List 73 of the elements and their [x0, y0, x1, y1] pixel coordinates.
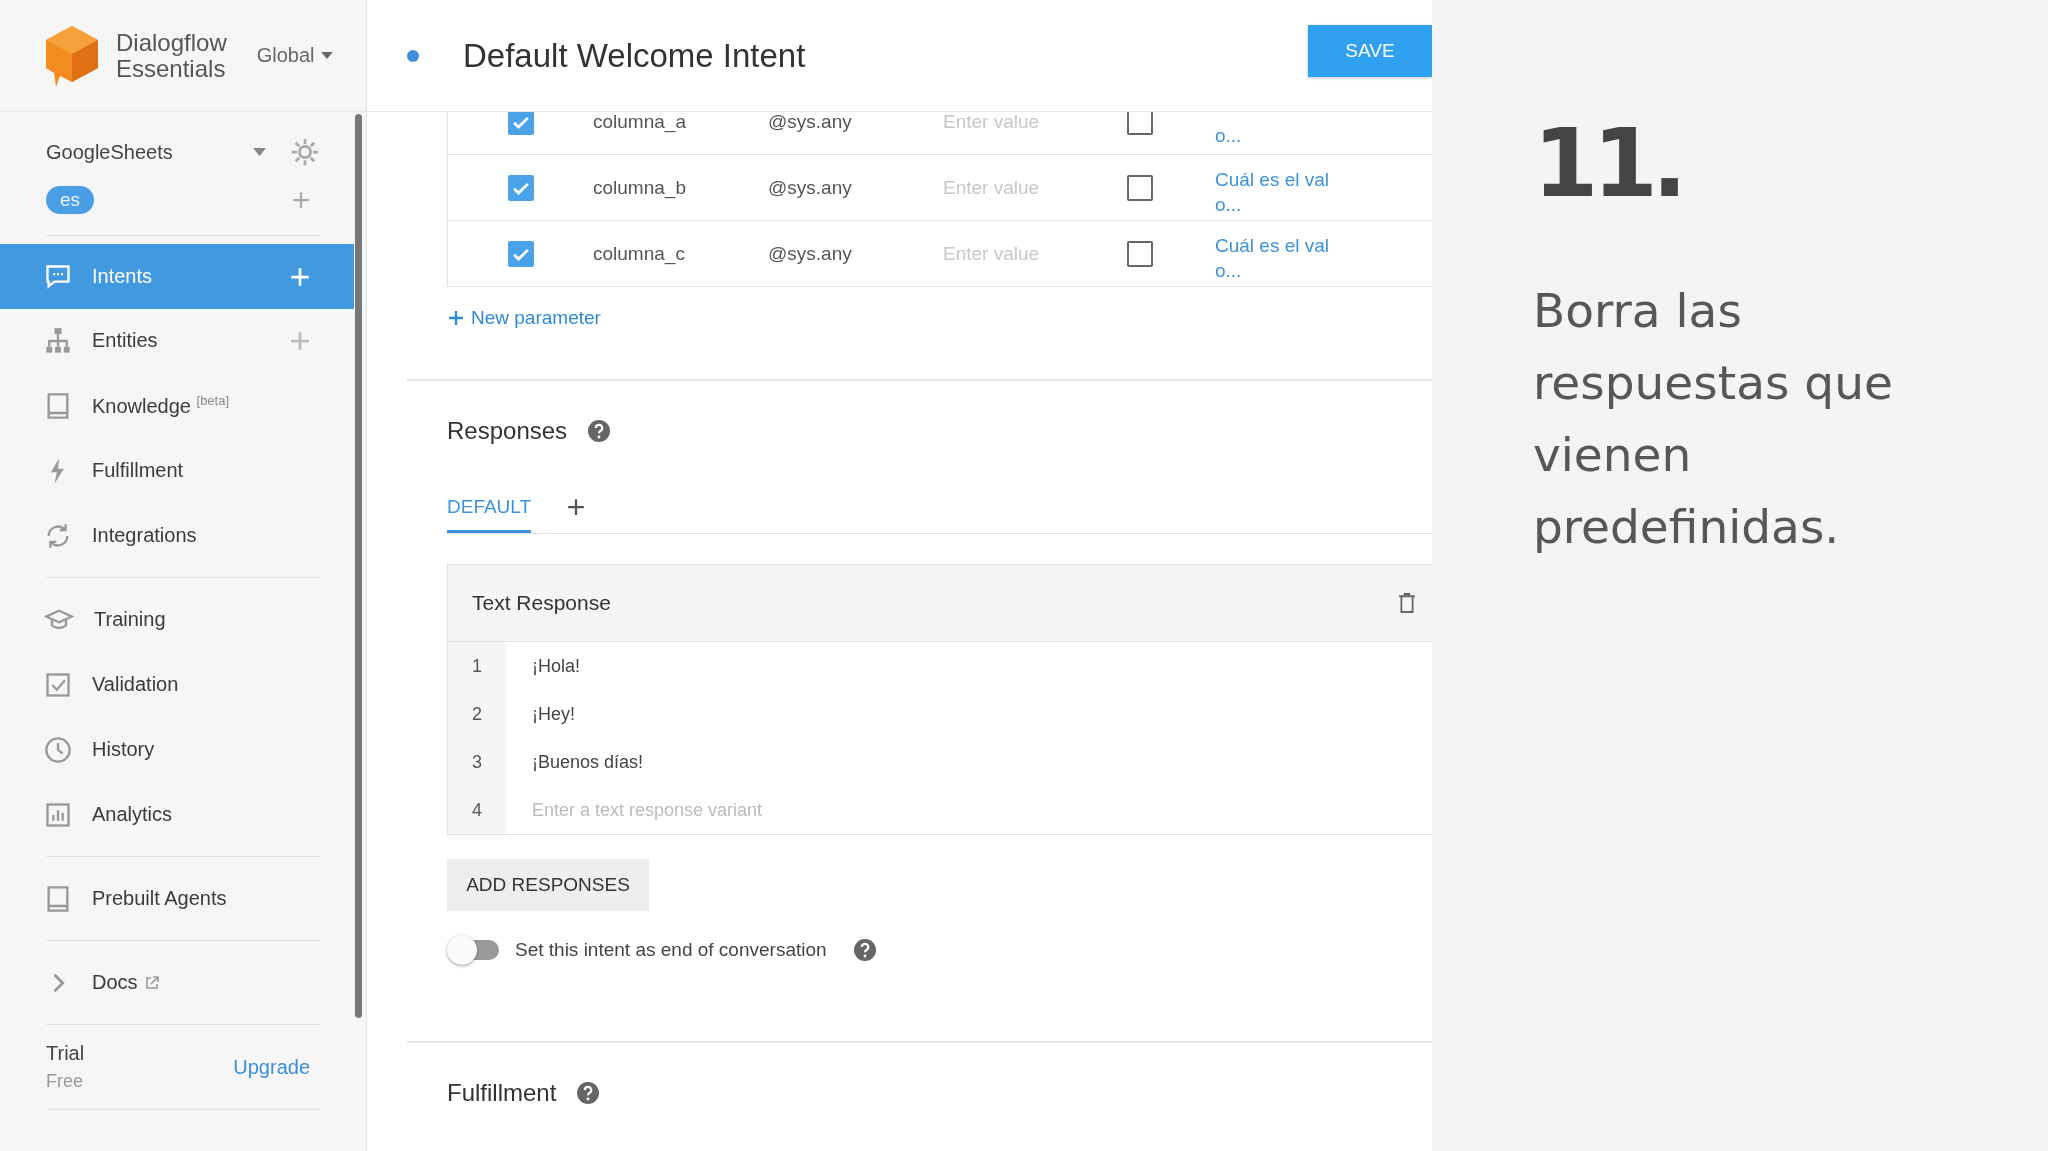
toggle-label: Set this intent as end of conversation — [515, 939, 827, 961]
instruction-text: Borra las respuestas que vienen predefinidas. — [1533, 282, 1894, 557]
bar-chart-icon — [44, 800, 72, 829]
chat-bubble-icon — [44, 262, 72, 291]
section-title: Fulfillment — [447, 1079, 557, 1107]
help-icon[interactable] — [852, 938, 877, 962]
response-field[interactable]: ¡Buenos días! — [506, 750, 1432, 774]
add-icon — [449, 311, 463, 325]
agent-name[interactable]: GoogleSheets — [46, 140, 253, 164]
nav-label: Integrations — [92, 524, 197, 547]
nav-label: Entities — [92, 329, 158, 352]
parameter-name[interactable]: columna_b — [593, 176, 768, 199]
response-field[interactable]: ¡Hola! — [506, 654, 1432, 678]
line-number: 1 — [448, 642, 506, 690]
caret-icon[interactable] — [253, 148, 266, 156]
plan-label: Free — [46, 1071, 84, 1092]
add-responses-button[interactable]: ADD RESPONSES — [447, 859, 649, 911]
settings-icon[interactable] — [290, 137, 320, 167]
line-number: 2 — [448, 690, 506, 738]
add-icon[interactable] — [567, 498, 586, 516]
nav-item[interactable]: Analytics — [0, 782, 354, 847]
toggle-switch[interactable] — [447, 935, 501, 965]
new-parameter-link[interactable]: New parameter — [449, 307, 601, 329]
required-checkbox[interactable] — [507, 174, 534, 201]
nav-label: Validation — [92, 673, 179, 696]
nav-item[interactable]: Knowledge $^{[beta]}$ — [0, 373, 354, 438]
required-checkbox[interactable] — [507, 240, 534, 267]
nav-label: Prebuilt Agents — [92, 887, 227, 910]
help-icon[interactable] — [576, 1081, 601, 1105]
product-name: Dialogflow — [116, 30, 227, 56]
nav-item[interactable]: Entities — [0, 308, 354, 373]
clock-icon — [44, 735, 72, 764]
entity-name[interactable]: @sys.any — [768, 176, 943, 199]
required-checkbox[interactable] — [507, 112, 534, 135]
section-title: Responses — [447, 417, 568, 445]
region-dropdown[interactable]: Global — [256, 44, 333, 67]
response-field[interactable]: ¡Hey! — [506, 702, 1432, 726]
nav-label: Training — [94, 608, 166, 631]
entity-name[interactable]: @sys.any — [768, 242, 943, 265]
nav-label: Docs — [92, 971, 138, 994]
plan-name: Trial — [46, 1042, 85, 1065]
list-checkbox[interactable] — [1127, 174, 1153, 201]
parameter-name[interactable]: columna_c — [593, 242, 768, 265]
nav-label: History — [92, 738, 155, 761]
cube-logo-icon — [44, 23, 100, 88]
nav-label: Fulfillment — [92, 459, 184, 482]
step-number: 11. — [1533, 112, 1683, 216]
list-checkbox[interactable] — [1127, 240, 1153, 267]
nav-item[interactable]: Validation — [0, 652, 354, 717]
nav-item[interactable]: History — [0, 717, 354, 782]
nav-label: Intents — [92, 265, 153, 288]
card-title: Text Response — [472, 591, 611, 615]
nav-item[interactable]: Integrations — [0, 503, 354, 568]
nav-item[interactable]: Prebuilt Agents — [0, 866, 354, 931]
nav-item[interactable]: Docs — [0, 950, 354, 1015]
product-edition: Essentials — [116, 55, 226, 81]
line-number: 3 — [448, 738, 506, 786]
trash-icon[interactable] — [1398, 592, 1416, 614]
nav-label: Knowledge $^{[beta]}$ — [92, 393, 230, 418]
intent-title[interactable]: Default Welcome Intent — [463, 36, 1308, 75]
checkbox-icon — [44, 670, 72, 699]
hierarchy-icon — [44, 326, 72, 355]
caret-icon — [320, 52, 333, 59]
nav-item[interactable]: Training — [0, 587, 354, 652]
parameter-name[interactable]: columna_a — [593, 112, 768, 133]
line-number: 4 — [448, 786, 506, 834]
nav-item[interactable]: Fulfillment — [0, 438, 354, 503]
nav-label: Analytics — [92, 803, 173, 826]
scrollbar[interactable] — [355, 114, 362, 1018]
response-field[interactable]: Enter a text response variant — [506, 798, 1432, 822]
entity-name[interactable]: @sys.any — [768, 112, 943, 133]
list-checkbox[interactable] — [1127, 112, 1153, 135]
help-icon[interactable] — [587, 419, 612, 443]
